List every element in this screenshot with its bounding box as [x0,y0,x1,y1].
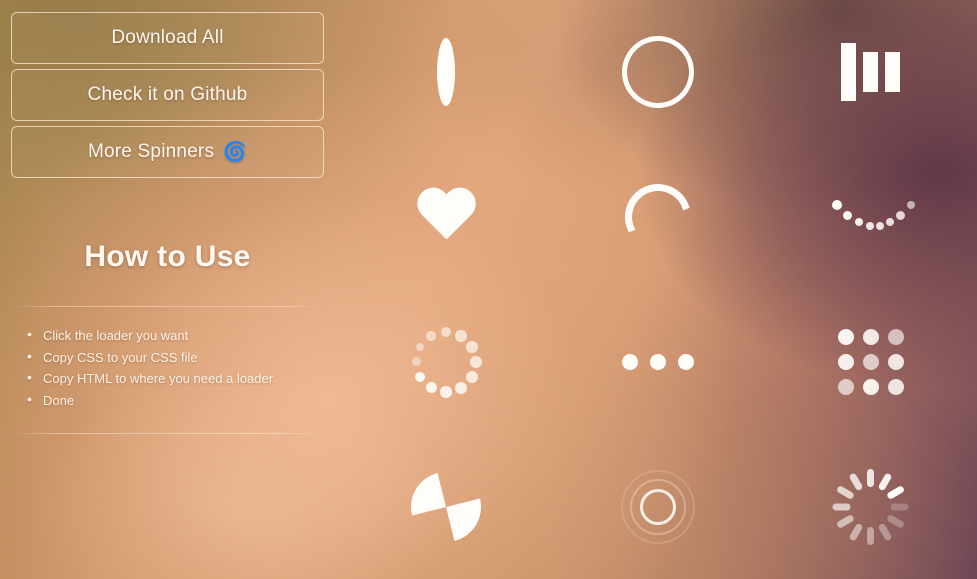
grid-dot-5 [862,353,879,370]
fidget-spinner-icon: 🌀 [223,141,247,163]
download-all-button[interactable]: Download All [11,12,324,64]
dot-2 [650,353,667,370]
spoke-10 [832,503,851,511]
spoke-12 [848,471,864,492]
list-item: Copy HTML to where you need a loader [27,367,324,390]
single-arc-shape [625,184,691,250]
pinwheel-shape [403,472,489,542]
ring-dot-12 [426,331,436,341]
spinner-dot-grid[interactable] [765,290,977,435]
check-github-label: Check it on Github [87,84,248,105]
smile-dot-5 [875,222,884,231]
ring-dot-8 [425,382,437,394]
spoke-3 [886,484,906,500]
bar-3 [885,52,901,93]
smile-dot-1 [831,200,842,211]
ring-dot-2 [455,330,467,342]
spinner-spokes[interactable] [765,434,977,579]
grid-dot-3 [887,328,904,345]
heart-shape [415,189,477,245]
spoke-1 [867,468,875,487]
bar-1 [841,43,857,102]
grid-dot-2 [862,328,879,345]
smile-dot-2 [843,210,853,220]
wedge-2 [446,498,489,541]
spinner-pinwheel[interactable] [340,434,552,579]
dot-grid-shape [837,328,904,395]
ring-dot-1 [440,326,452,338]
dot-3 [678,353,695,370]
ring-dot-11 [416,342,425,352]
grid-dot-9 [887,378,904,395]
spoke-9 [836,513,856,529]
spoke-6 [877,522,893,542]
smile-dot-8 [906,200,915,210]
grid-dot-6 [887,353,904,370]
spoke-8 [848,522,864,542]
download-all-label: Download All [111,27,224,48]
divider-top [11,306,324,307]
bar-2 [863,52,879,93]
spokes-shape [831,467,911,547]
spinner-dot-smile[interactable] [765,145,977,290]
ring-dot-4 [469,355,483,369]
three-dots-shape [622,353,695,370]
spinner-heart[interactable] [340,145,552,290]
dot-1 [622,353,639,370]
grid-dot-7 [837,378,854,395]
arc-bottom [609,23,708,122]
list-item: Done [27,389,324,412]
check-github-button[interactable]: Check it on Github [11,69,324,121]
dual-arc-shape [609,23,708,122]
list-item: Click the loader you want [27,324,324,347]
spinner-three-dots[interactable] [552,290,764,435]
ring-dot-6 [455,381,468,394]
grid-dot-1 [837,328,854,345]
ring-dot-3 [466,340,479,353]
more-spinners-button[interactable]: More Spinners 🌀 [11,126,324,178]
smile-dot-4 [865,222,874,231]
wedge-1 [403,472,447,516]
ellipse-shape [437,38,456,107]
how-to-use-section: How to Use Click the loader you want Cop… [11,240,324,434]
spoke-5 [886,513,906,529]
how-to-use-steps: Click the loader you want Copy CSS to yo… [11,324,324,412]
grid-dot-4 [837,353,854,370]
spinner-ripple[interactable] [552,434,764,579]
ring-dot-7 [440,386,452,398]
dot-smile-shape [831,193,915,241]
dot-ring-shape [409,325,483,399]
spinner-bars[interactable] [765,0,977,145]
more-spinners-label: More Spinners [87,141,215,162]
divider-bottom [11,433,324,434]
list-item: Copy CSS to your CSS file [27,346,324,369]
spoke-11 [836,484,856,500]
ripple-inner [640,488,677,525]
spoke-2 [877,471,893,492]
page-root: Download All Check it on Github More Spi… [0,0,977,579]
how-to-use-heading: How to Use [84,240,251,273]
spinner-ellipse[interactable] [340,0,552,145]
arc-top [616,174,702,260]
spoke-7 [867,526,875,545]
smile-dot-3 [854,217,863,227]
spinner-dot-ring[interactable] [340,290,552,435]
spinner-grid [340,0,977,579]
grid-dot-8 [862,378,879,395]
smile-dot-7 [896,210,906,220]
sidebar: Download All Check it on Github More Spi… [0,0,340,579]
smile-dot-6 [885,217,894,227]
ring-dot-5 [465,370,479,384]
spoke-4 [890,503,909,511]
ring-dot-9 [415,371,426,382]
ripple-shape [619,468,697,546]
spinner-single-arc[interactable] [552,145,764,290]
spinner-dual-arc[interactable] [552,0,764,145]
bars-shape [841,42,901,102]
ring-dot-10 [411,357,421,367]
